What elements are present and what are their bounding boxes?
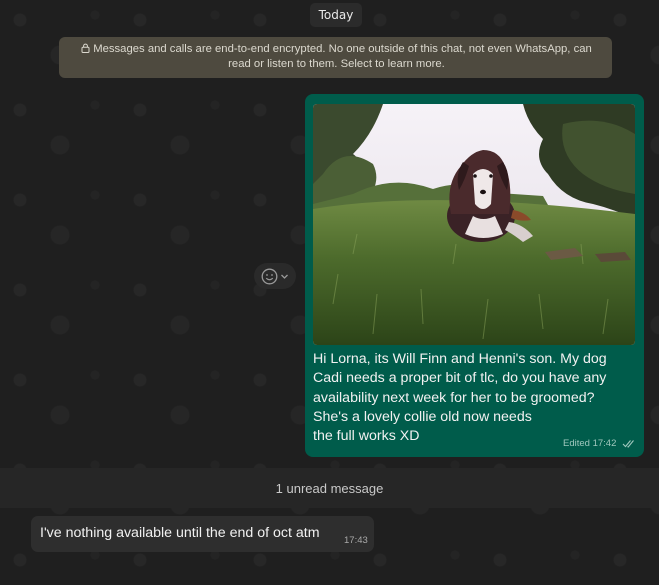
incoming-message-time: 17:43 <box>344 535 368 546</box>
double-check-icon <box>622 440 635 448</box>
outgoing-message[interactable]: Hi Lorna, its Will Finn and Henni's son.… <box>305 94 644 457</box>
incoming-message-text: I've nothing available until the end of … <box>40 525 320 541</box>
outgoing-message-meta: Edited 17:42 <box>563 438 636 449</box>
smiley-icon <box>261 268 278 284</box>
chevron-down-icon <box>281 274 288 279</box>
encryption-notice[interactable]: Messages and calls are end-to-end encryp… <box>59 37 612 78</box>
react-emoji-button[interactable] <box>254 263 296 289</box>
photo-image <box>313 104 635 345</box>
edited-timestamp: Edited 17:42 <box>563 438 617 449</box>
date-label: Today <box>318 8 354 22</box>
encryption-notice-text: Messages and calls are end-to-end encryp… <box>93 43 592 70</box>
dog-photo[interactable] <box>313 104 635 345</box>
lock-icon <box>81 43 90 53</box>
incoming-message[interactable]: I've nothing available until the end of … <box>31 516 374 552</box>
unread-divider: 1 unread message <box>0 468 659 508</box>
date-separator: Today <box>310 3 362 27</box>
unread-label: 1 unread message <box>275 480 384 496</box>
outgoing-message-text: Hi Lorna, its Will Finn and Henni's son.… <box>313 351 607 445</box>
